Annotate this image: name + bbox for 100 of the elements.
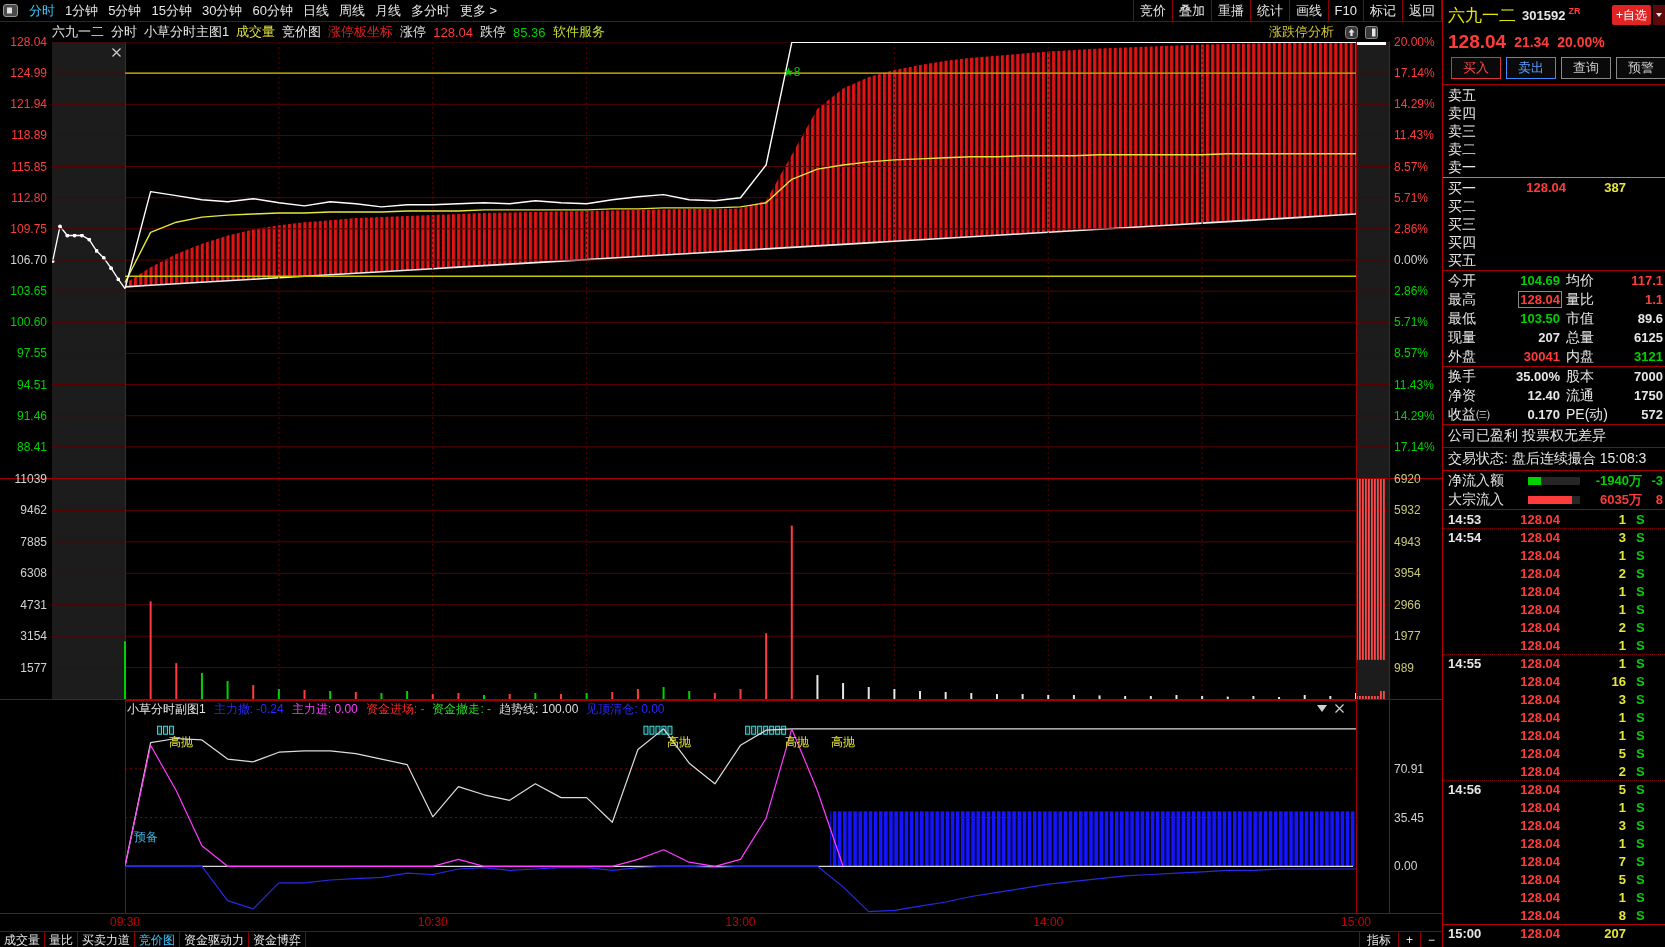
indicator-legend-label: 资金撤走: - xyxy=(432,701,492,718)
trade-price: 128.04 xyxy=(1519,853,1560,869)
price-axis-label: 112.80 xyxy=(11,190,47,205)
stat-label: 最低 xyxy=(1448,309,1477,328)
trade-side: S xyxy=(1635,763,1646,779)
trade-side: S xyxy=(1635,853,1646,869)
stat-value: 7000 xyxy=(1633,368,1664,385)
trade-time: 15:00 xyxy=(1448,926,1483,941)
legend-label: 跌停 xyxy=(480,23,506,41)
time-axis-label: 15:00 xyxy=(1341,915,1371,929)
legend-label: 涨停板坐标 xyxy=(328,23,394,41)
trade-volume: 1 xyxy=(1617,656,1626,671)
trade-volume: 1 xyxy=(1617,835,1626,851)
flow-label: 净流入额 xyxy=(1448,471,1505,490)
trade-price: 128.04 xyxy=(1519,530,1560,545)
indicator-axis-label: 70.91 xyxy=(1394,761,1425,776)
trade-volume: 1 xyxy=(1617,511,1626,527)
price-axis-label: 100.60 xyxy=(10,315,47,330)
auction-volume-axis-label: 2966 xyxy=(1394,597,1421,612)
percent-axis-label: 17.14% xyxy=(1394,439,1435,454)
trade-volume: 1 xyxy=(1617,799,1626,815)
stat-value: 6125 xyxy=(1633,329,1664,346)
order-level-label: 卖一 xyxy=(1448,158,1477,176)
stock-code: 301592 xyxy=(1522,7,1566,23)
stat-value: 117.1 xyxy=(1630,272,1664,289)
legend-label: 软件服务 xyxy=(552,23,605,41)
stat-label: 均价 xyxy=(1565,271,1595,290)
trade-price: 128.04 xyxy=(1519,511,1560,527)
price-axis-label: 124.99 xyxy=(10,66,47,81)
trade-side: S xyxy=(1635,565,1646,581)
trade-price: 128.04 xyxy=(1519,691,1560,707)
trade-volume: 5 xyxy=(1617,782,1626,797)
stat-label: PE(动) xyxy=(1565,405,1609,424)
percent-axis-label: 8.57% xyxy=(1394,346,1429,361)
price-axis-label: 103.65 xyxy=(10,284,47,299)
auction-volume-axis-label: 5932 xyxy=(1394,503,1421,518)
trade-side: S xyxy=(1635,601,1646,617)
flow-extra-value: -3 xyxy=(1651,473,1664,488)
trade-volume: 5 xyxy=(1617,871,1626,887)
trade-price: 128.04 xyxy=(1519,547,1560,563)
auction-volume-axis-label: 1977 xyxy=(1394,629,1421,644)
price-axis-label: 128.04 xyxy=(10,35,47,49)
price-axis-label: 109.75 xyxy=(10,221,47,236)
price-change-percent: 20.00% xyxy=(1557,34,1605,50)
order-price: 128.04 xyxy=(1525,179,1566,197)
time-axis-label: 09:30 xyxy=(110,915,140,929)
last-price: 128.04 xyxy=(1448,31,1507,53)
indicator-legend-label: 见顶清仓: 0.00 xyxy=(586,701,665,718)
trade-time: 14:54 xyxy=(1448,530,1483,545)
price-axis-label: 106.70 xyxy=(10,253,47,267)
price-axis-label: 121.94 xyxy=(10,97,47,112)
trade-side: S xyxy=(1635,637,1646,653)
trade-side: S xyxy=(1635,745,1646,761)
trade-side: S xyxy=(1635,835,1646,851)
percent-axis-label: 14.29% xyxy=(1394,408,1435,423)
trade-volume: 1 xyxy=(1617,547,1626,563)
stat-label: 内盘 xyxy=(1565,347,1595,366)
trade-price: 128.04 xyxy=(1519,889,1560,905)
volume-axis-label: 7885 xyxy=(20,534,47,549)
trade-volume: 1 xyxy=(1617,889,1626,905)
stat-label: 股本 xyxy=(1565,367,1595,386)
trade-price: 128.04 xyxy=(1519,926,1560,941)
trade-price: 128.04 xyxy=(1519,727,1560,743)
order-level-label: 买二 xyxy=(1448,197,1477,215)
legend-label: 小草分时主图1 xyxy=(144,23,230,41)
auction-volume-axis-label: 4943 xyxy=(1394,534,1421,549)
trade-volume: 1 xyxy=(1617,583,1626,599)
trade-side: S xyxy=(1635,547,1646,563)
flow-label: 大宗流入 xyxy=(1448,490,1505,509)
trade-price: 128.04 xyxy=(1519,583,1560,599)
stat-label: 最高 xyxy=(1448,290,1477,309)
price-axis-label: 88.41 xyxy=(16,439,47,454)
trade-price: 128.04 xyxy=(1519,817,1560,833)
trade-time: 14:55 xyxy=(1448,656,1483,671)
stat-label: 现量 xyxy=(1448,328,1477,347)
auction-volume-axis-label: 3954 xyxy=(1394,566,1421,581)
trade-volume: 5 xyxy=(1617,745,1626,761)
stock-tag: ZR xyxy=(1568,6,1581,16)
trade-side: S xyxy=(1635,871,1646,887)
trade-price: 128.04 xyxy=(1519,799,1560,815)
order-level-label: 卖五 xyxy=(1448,86,1477,104)
price-axis-label: 115.85 xyxy=(11,159,47,174)
trade-side: S xyxy=(1635,691,1646,707)
trade-volume: 1 xyxy=(1617,637,1626,653)
stat-label: 今开 xyxy=(1448,271,1477,290)
trade-volume: 3 xyxy=(1617,530,1626,545)
trade-volume: 3 xyxy=(1617,691,1626,707)
stat-value: 207 xyxy=(1537,329,1561,346)
indicator-legend-label: 主力进: 0.00 xyxy=(291,701,358,718)
trade-price: 128.04 xyxy=(1519,871,1560,887)
time-axis-label: 13:00 xyxy=(725,915,756,929)
trade-side: S xyxy=(1635,709,1646,725)
trade-price: 128.04 xyxy=(1519,835,1560,851)
company-note: 公司已盈利 投票权无差异 xyxy=(1448,427,1606,445)
volume-axis-label: 9462 xyxy=(20,503,47,518)
trade-side: S xyxy=(1635,727,1646,743)
time-axis-label: 10:30 xyxy=(417,915,448,929)
stat-value: 128.04 xyxy=(1518,291,1562,308)
trade-price: 128.04 xyxy=(1519,601,1560,617)
stock-name: 六九一二 xyxy=(1448,4,1516,27)
